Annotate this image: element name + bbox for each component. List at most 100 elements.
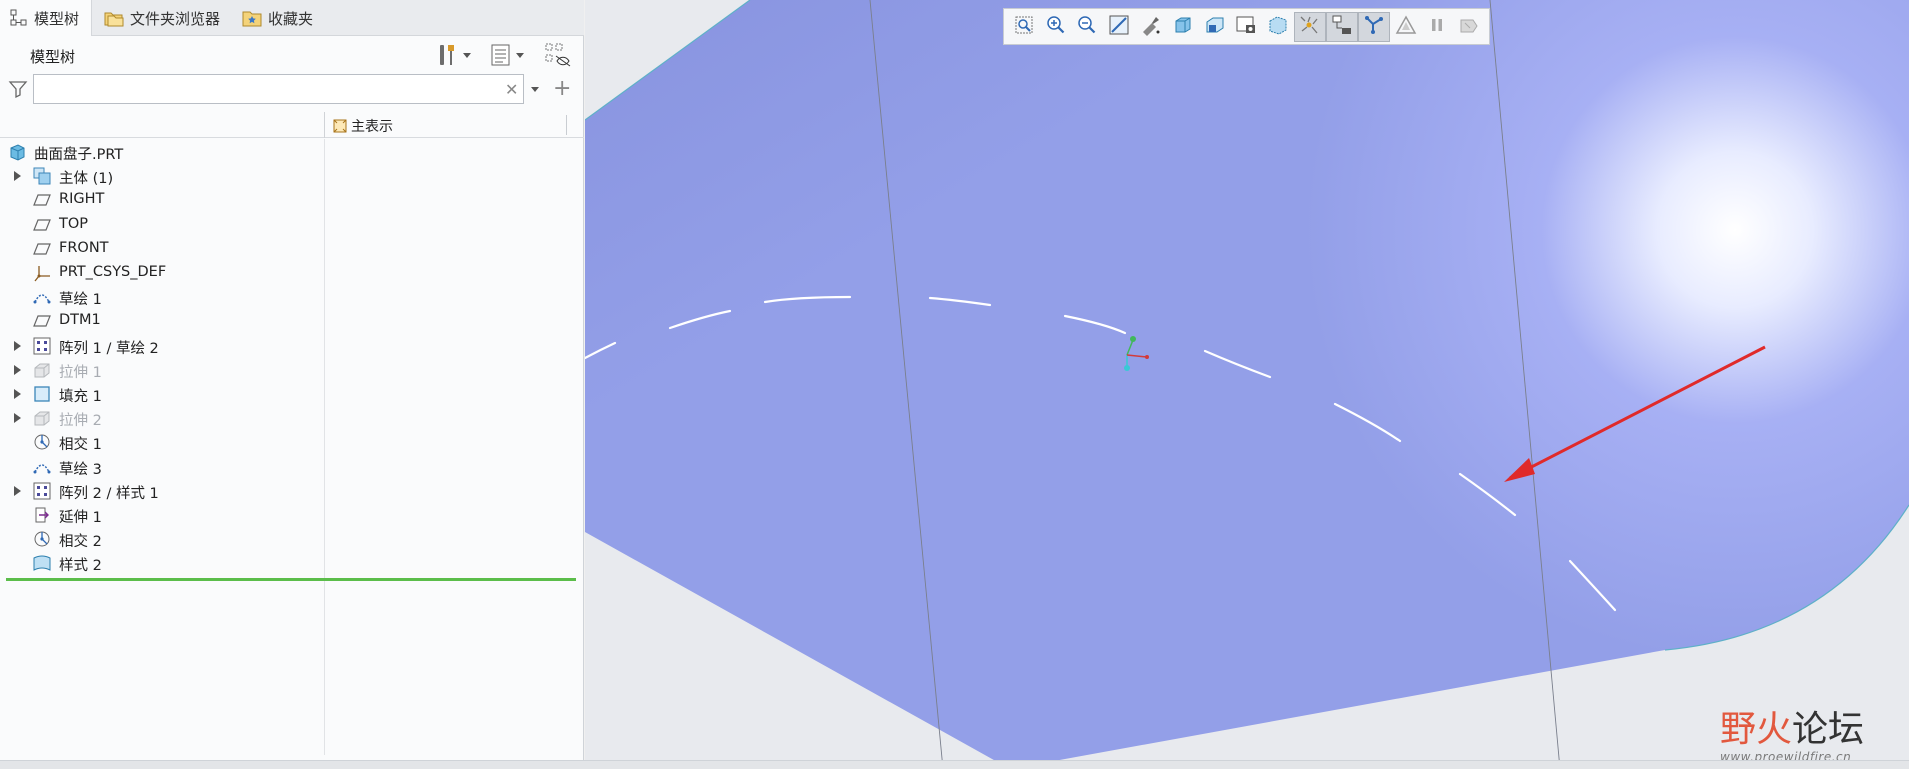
filter-icon[interactable]: [8, 79, 28, 99]
csys-icon: [33, 264, 51, 282]
saved-orientations-button[interactable]: [1199, 12, 1231, 42]
chevron-down-icon: [516, 52, 524, 58]
datum-display-button[interactable]: [1294, 11, 1326, 42]
expand-arrow-icon[interactable]: [14, 413, 21, 424]
pause-icon: [1426, 14, 1448, 40]
hide-icon: [545, 43, 571, 67]
column-divider[interactable]: [324, 112, 325, 138]
perspective-button[interactable]: [1262, 12, 1294, 42]
sketch-icon: [33, 288, 51, 306]
navigator-tabs: 模型树 文件夹浏览器 收藏夹: [0, 0, 584, 36]
surface-model[interactable]: [585, 0, 1909, 769]
style-icon: [33, 554, 51, 572]
tree-item[interactable]: 主体 (1): [0, 164, 324, 188]
tree-item[interactable]: 填充 1: [0, 382, 324, 406]
refit-button[interactable]: [1008, 12, 1040, 42]
tools-icon: [440, 45, 454, 65]
pattern-icon: [33, 482, 51, 500]
display-style-button[interactable]: [1167, 12, 1199, 42]
insert-here-marker[interactable]: [6, 578, 576, 581]
model-tree: 曲面盘子.PRT 主体 (1) RIGHT TOP FRONT PRT_CSYS_DEF 草…: [0, 139, 584, 759]
spin-center-button[interactable]: [1135, 12, 1167, 42]
tree-item[interactable]: RIGHT: [0, 188, 324, 212]
status-strip: [0, 760, 1909, 769]
tab-label: 收藏夹: [268, 9, 314, 28]
graphics-window[interactable]: 野火论坛 www.proewildfire.cn: [585, 0, 1909, 769]
chevron-down-icon[interactable]: [531, 87, 539, 92]
close-icon[interactable]: ✕: [505, 80, 518, 99]
tree-item[interactable]: 草绘 3: [0, 455, 324, 479]
app-window: 模型树 文件夹浏览器 收藏夹 模型树 ✕ + 主表示 曲面盘子.PRT 主体 (…: [0, 0, 1909, 769]
tree-item-label: 延伸 1: [59, 510, 102, 526]
tree-item-label: 曲面盘子.PRT: [34, 147, 124, 163]
hide-items-button[interactable]: [544, 42, 572, 68]
tree-item-label: 阵列 2 / 样式 1: [59, 485, 159, 502]
model-tree-icon: [10, 9, 27, 26]
pause-button[interactable]: [1421, 12, 1453, 42]
tree-item[interactable]: 相交 1: [0, 430, 324, 454]
intersect-icon: [33, 433, 51, 451]
tree-item-label: 草绘 1: [59, 292, 102, 309]
datum-plane-icon: [33, 216, 51, 234]
section-button[interactable]: [1357, 11, 1390, 42]
expand-arrow-icon[interactable]: [14, 340, 21, 351]
zoom-in-button[interactable]: [1040, 12, 1072, 42]
repaint-button[interactable]: [1103, 12, 1135, 42]
favorites-icon: [242, 11, 262, 27]
expand-arrow-icon[interactable]: [14, 485, 21, 496]
column-header-label: 主表示: [351, 119, 393, 135]
part-icon: [8, 143, 26, 161]
tab-favorites[interactable]: 收藏夹: [232, 0, 332, 36]
column-main-rep[interactable]: 主表示: [332, 116, 393, 136]
exit-icon: [1458, 14, 1480, 40]
expand-arrow-icon[interactable]: [14, 364, 21, 375]
tree-item[interactable]: 相交 2: [0, 527, 324, 551]
tree-item-label: 样式 2: [59, 558, 102, 575]
add-icon[interactable]: +: [553, 76, 571, 101]
view-manager-button[interactable]: [1231, 12, 1263, 42]
tree-item-label: PRT_CSYS_DEF: [59, 264, 167, 280]
expand-arrow-icon[interactable]: [14, 389, 21, 399]
list-icon: [491, 44, 510, 66]
column-grip[interactable]: [566, 115, 567, 135]
exit-button[interactable]: [1453, 12, 1485, 42]
tab-label: 模型树: [34, 9, 80, 28]
tree-item[interactable]: FRONT: [0, 237, 324, 261]
tree-item[interactable]: 延伸 1: [0, 503, 324, 527]
fill-icon: [33, 385, 51, 403]
tree-item[interactable]: 阵列 1 / 草绘 2: [0, 334, 324, 358]
watermark: 野火论坛 www.proewildfire.cn: [1720, 700, 1905, 764]
extend-icon: [33, 506, 51, 524]
navigator-panel: 模型树 文件夹浏览器 收藏夹 模型树 ✕ + 主表示 曲面盘子.PRT 主体 (…: [0, 0, 584, 769]
tab-model-tree[interactable]: 模型树: [0, 0, 92, 36]
datum-plane-icon: [33, 240, 51, 258]
tree-item[interactable]: TOP: [0, 213, 324, 237]
spin-center-icon: [1140, 14, 1162, 40]
watermark-logo: 野火论坛: [1720, 709, 1865, 750]
search-input[interactable]: [33, 74, 524, 104]
sketch-icon: [33, 458, 51, 476]
zoom-in-icon: [1045, 14, 1067, 40]
tree-item[interactable]: 草绘 1: [0, 285, 324, 309]
settings-button[interactable]: [437, 42, 471, 68]
expand-arrow-icon[interactable]: [14, 171, 21, 182]
tree-item-label: 相交 2: [59, 534, 102, 551]
tree-item[interactable]: 样式 2: [0, 551, 324, 575]
zoom-out-button[interactable]: [1072, 12, 1104, 42]
tab-folder-browser[interactable]: 文件夹浏览器: [94, 0, 230, 36]
tree-item[interactable]: DTM1: [0, 309, 324, 333]
tree-item[interactable]: PRT_CSYS_DEF: [0, 261, 324, 285]
refit-icon: [1013, 14, 1035, 40]
show-button[interactable]: [490, 42, 524, 68]
display-style-icon: [1172, 14, 1194, 40]
tree-item[interactable]: 拉伸 1: [0, 358, 324, 382]
tree-title: 模型树: [30, 48, 76, 66]
annotation-display-button[interactable]: [1325, 11, 1358, 42]
tree-item-label: 草绘 3: [59, 461, 102, 478]
tree-item[interactable]: 曲面盘子.PRT: [0, 140, 324, 164]
tree-item[interactable]: 拉伸 2: [0, 406, 324, 430]
triangle-button[interactable]: [1390, 12, 1422, 42]
repaint-icon: [1108, 14, 1130, 40]
tree-item[interactable]: 阵列 2 / 样式 1: [0, 479, 324, 503]
triangle-icon: [1395, 14, 1417, 40]
